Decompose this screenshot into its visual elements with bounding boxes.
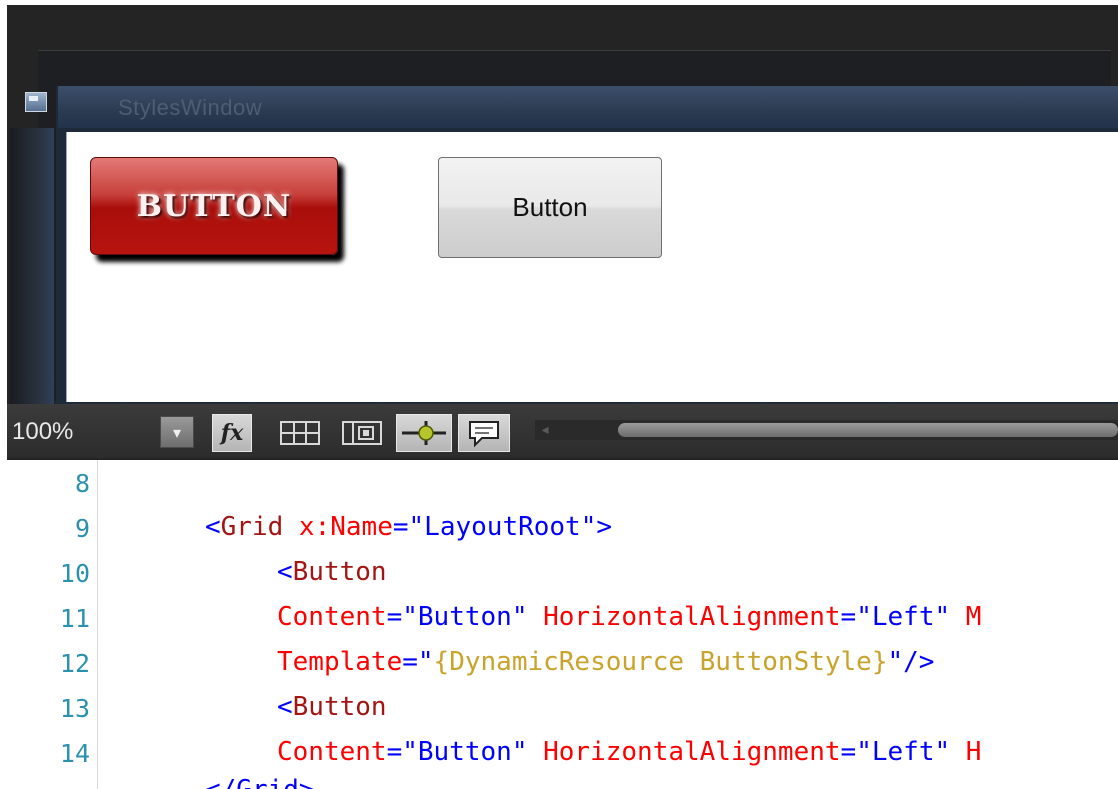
annotations-button[interactable] (458, 414, 510, 452)
page-margin (0, 0, 7, 789)
code-token: LayoutRoot (424, 512, 581, 542)
code-line-10: <Button (277, 555, 387, 589)
fx-icon: fx (220, 420, 244, 446)
chevron-down-icon: ▾ (172, 422, 182, 442)
window-icon (25, 92, 47, 112)
code-token: " (511, 737, 528, 767)
code-token: Button (417, 737, 512, 767)
line-number: 12 (59, 649, 90, 678)
code-token: "> (580, 512, 613, 542)
code-token: Grid (220, 512, 284, 542)
code-line-9: <Grid x:Name="LayoutRoot"> (205, 510, 612, 544)
code-token: HorizontalAlignment (527, 602, 841, 632)
line-number: 11 (59, 604, 90, 633)
code-token: =" (392, 512, 425, 542)
code-token: {DynamicResource ButtonStyle} (433, 647, 888, 677)
code-token: Content (277, 602, 387, 632)
code-token: =" (840, 737, 872, 767)
code-token: < (277, 557, 293, 587)
styled-button-label: BUTTON (136, 188, 292, 224)
window-title: StylesWindow (118, 95, 263, 120)
code-token: < (205, 512, 221, 542)
code-token: =" (840, 602, 872, 632)
code-token: =" (386, 602, 418, 632)
snap-points-icon (402, 421, 446, 445)
code-token: Template (277, 647, 403, 677)
zoom-level[interactable]: 100% (12, 416, 73, 448)
code-token: < (277, 692, 293, 722)
line-number: 14 (59, 739, 90, 768)
default-button[interactable]: Button (438, 157, 662, 258)
line-number: 9 (74, 514, 90, 543)
code-token: Content (277, 737, 387, 767)
code-token: Button (292, 692, 387, 722)
code-token: " (934, 602, 951, 632)
code-line-14: Content="Button" HorizontalAlignment="Le… (277, 735, 981, 769)
line-number: 13 (59, 694, 90, 723)
code-token: M (950, 602, 982, 632)
code-line-13: <Button (277, 690, 387, 724)
show-grid-button[interactable] (276, 414, 324, 452)
code-token: x:Name (283, 512, 393, 542)
formula-toggle-button[interactable]: fx (212, 414, 252, 452)
grid-icon (280, 421, 320, 445)
code-token: HorizontalAlignment (527, 737, 841, 767)
scroll-left-icon[interactable]: ◂ (537, 422, 553, 438)
code-token: =" (402, 647, 434, 677)
zoom-dropdown-button[interactable]: ▾ (160, 416, 194, 448)
code-token: " (934, 737, 951, 767)
code-line-12: Template="{DynamicResource ButtonStyle}"… (277, 645, 934, 679)
code-token: "/> (887, 647, 935, 677)
code-line-11: Content="Button" HorizontalAlignment="Le… (277, 600, 981, 634)
screenshot: StylesWindow BUTTON Button 100% ▾ fx ◂ 8… (0, 0, 1118, 789)
code-token: Left (871, 602, 935, 632)
snap-gridlines-icon (342, 421, 382, 445)
window-left-edge (10, 128, 54, 404)
code-token: Button (417, 602, 512, 632)
snap-to-gridlines-button[interactable] (338, 414, 386, 452)
code-token: Left (871, 737, 935, 767)
code-token: =" (386, 737, 418, 767)
line-number: 8 (74, 469, 90, 498)
annotation-icon (469, 421, 499, 448)
code-token: Button (292, 557, 387, 587)
line-number: 10 (59, 559, 90, 588)
snap-to-points-button[interactable] (396, 414, 452, 452)
code-line-15-partial: </Grid> (205, 773, 315, 789)
code-token: H (950, 737, 982, 767)
code-token: " (511, 602, 528, 632)
scrollbar-thumb[interactable] (618, 423, 1118, 437)
styled-red-button[interactable]: BUTTON (90, 157, 338, 255)
